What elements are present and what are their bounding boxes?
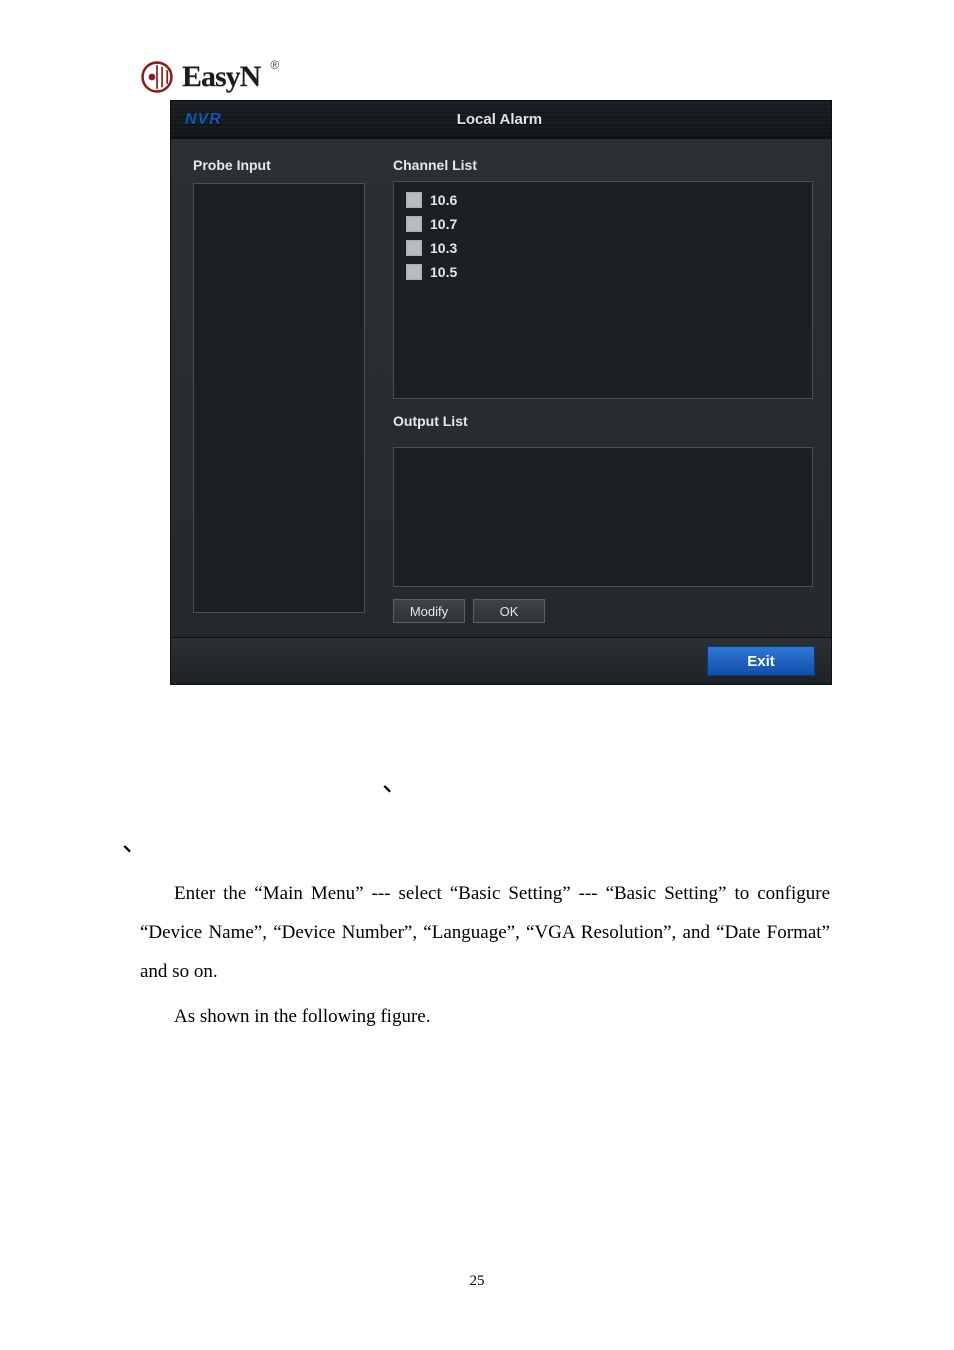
document-page: EasyN ® NVR Local Alarm Probe Input Chan… (0, 0, 954, 1350)
channel-listbox[interactable]: 10.6 10.7 10.3 10.5 (393, 181, 813, 399)
output-listbox[interactable] (393, 447, 813, 587)
checkbox-icon[interactable] (406, 240, 422, 256)
brand-logo: EasyN ® (140, 60, 844, 94)
channel-label: 10.3 (430, 240, 457, 256)
button-row: Modify OK (393, 599, 813, 623)
paragraph: As shown in the following figure. (140, 998, 830, 1037)
page-number: 25 (0, 1273, 954, 1290)
ok-button[interactable]: OK (473, 599, 545, 623)
titlebar-title: Local Alarm (182, 111, 817, 128)
channel-label: 10.6 (430, 192, 457, 208)
stray-mark: 、 (382, 762, 408, 799)
titlebar: NVR Local Alarm (171, 101, 831, 139)
probe-input-label: Probe Input (193, 157, 373, 173)
exit-button[interactable]: Exit (707, 646, 815, 676)
channel-row[interactable]: 10.5 (406, 264, 800, 280)
brand-name: EasyN (182, 60, 260, 94)
channel-label: 10.7 (430, 216, 457, 232)
document-body-text: Enter the “Main Menu” --- select “Basic … (140, 875, 830, 1037)
probe-input-listbox[interactable] (193, 183, 365, 613)
channel-row[interactable]: 10.7 (406, 216, 800, 232)
output-list-label: Output List (393, 413, 813, 429)
nvr-local-alarm-window: NVR Local Alarm Probe Input Channel List… (170, 100, 832, 685)
registered-mark: ® (270, 58, 279, 72)
checkbox-icon[interactable] (406, 216, 422, 232)
channel-row[interactable]: 10.6 (406, 192, 800, 208)
right-column: Channel List 10.6 10.7 10.3 (393, 157, 813, 623)
window-body: Probe Input Channel List 10.6 10.7 (171, 139, 831, 637)
checkbox-icon[interactable] (406, 192, 422, 208)
channel-label: 10.5 (430, 264, 457, 280)
channel-row[interactable]: 10.3 (406, 240, 800, 256)
stray-mark: 、 (122, 822, 148, 859)
easyn-logo-icon (140, 60, 174, 94)
channel-list-label: Channel List (393, 157, 813, 173)
modify-button[interactable]: Modify (393, 599, 465, 623)
left-column: Probe Input (193, 157, 373, 623)
paragraph: Enter the “Main Menu” --- select “Basic … (140, 875, 830, 992)
window-footer: Exit (171, 637, 831, 684)
checkbox-icon[interactable] (406, 264, 422, 280)
